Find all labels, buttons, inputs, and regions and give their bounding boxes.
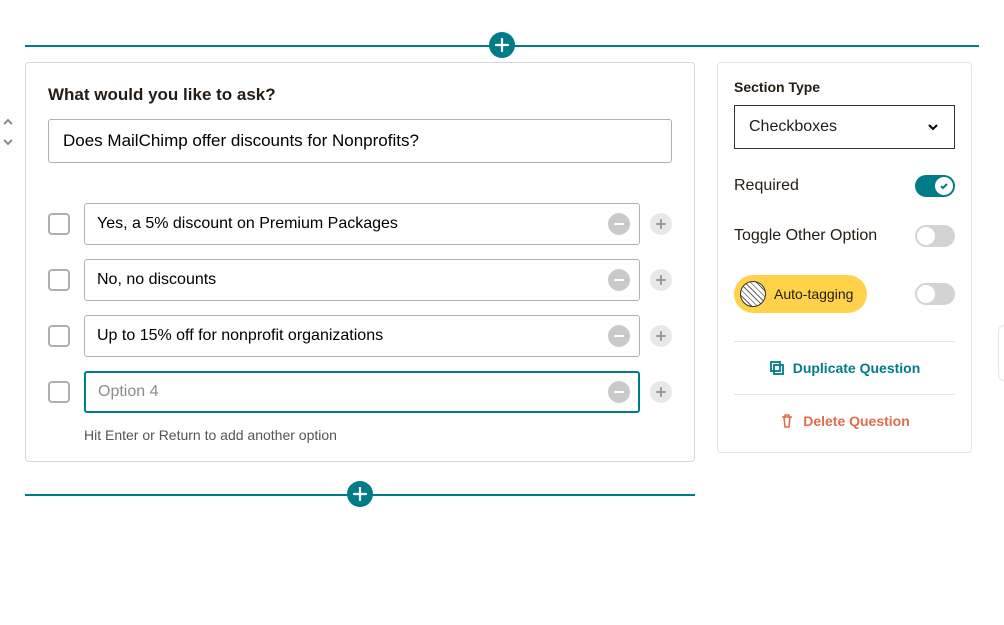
plus-icon <box>656 331 666 341</box>
chevron-down-icon <box>2 136 14 148</box>
question-prompt-label: What would you like to ask? <box>48 85 672 105</box>
plus-icon <box>352 486 368 502</box>
right-edge-handle[interactable] <box>998 325 1004 381</box>
required-toggle[interactable] <box>915 175 955 197</box>
remove-option-button[interactable] <box>608 325 630 347</box>
option-text-input[interactable] <box>84 371 640 413</box>
section-type-select[interactable]: Checkboxes <box>734 105 955 149</box>
add-option-button[interactable] <box>650 269 672 291</box>
duplicate-question-button[interactable]: Duplicate Question <box>734 341 955 394</box>
option-checkbox[interactable] <box>48 325 70 347</box>
minus-icon <box>614 275 624 285</box>
auto-tagging-icon <box>740 281 766 307</box>
section-type-value: Checkboxes <box>749 118 837 136</box>
remove-option-button[interactable] <box>608 213 630 235</box>
option-checkbox[interactable] <box>48 269 70 291</box>
scroll-down-chevron[interactable] <box>2 135 14 153</box>
question-editor-card: What would you like to ask? <box>25 62 695 462</box>
insert-section-divider-top <box>25 45 979 47</box>
add-option-button[interactable] <box>650 213 672 235</box>
add-option-button[interactable] <box>650 381 672 403</box>
auto-tagging-toggle[interactable] <box>915 283 955 305</box>
option-row <box>48 203 672 245</box>
add-option-button[interactable] <box>650 325 672 347</box>
remove-option-button[interactable] <box>608 269 630 291</box>
toggle-other-row: Toggle Other Option <box>734 225 955 247</box>
delete-question-label: Delete Question <box>803 413 910 429</box>
check-icon <box>939 181 949 191</box>
option-text-input[interactable] <box>84 259 640 301</box>
toggle-other-toggle[interactable] <box>915 225 955 247</box>
chevron-down-icon <box>926 120 940 134</box>
toggle-other-label: Toggle Other Option <box>734 227 877 245</box>
minus-icon <box>614 219 624 229</box>
minus-icon <box>614 387 624 397</box>
minus-icon <box>614 331 624 341</box>
option-checkbox[interactable] <box>48 213 70 235</box>
plus-icon <box>656 275 666 285</box>
add-section-below-button[interactable] <box>347 481 373 507</box>
option-text-input[interactable] <box>84 315 640 357</box>
scroll-up-chevron[interactable] <box>2 115 14 133</box>
question-settings-panel: Section Type Checkboxes Required Toggle … <box>717 62 972 453</box>
option-row <box>48 259 672 301</box>
required-row: Required <box>734 175 955 197</box>
plus-icon <box>656 387 666 397</box>
duplicate-question-label: Duplicate Question <box>793 360 921 376</box>
auto-tagging-row: Auto-tagging <box>734 275 955 313</box>
required-label: Required <box>734 177 799 195</box>
auto-tagging-label: Auto-tagging <box>774 286 853 302</box>
question-text-input[interactable] <box>48 119 672 163</box>
auto-tagging-pill: Auto-tagging <box>734 275 867 313</box>
chevron-up-icon <box>2 116 14 128</box>
option-checkbox[interactable] <box>48 381 70 403</box>
plus-icon <box>494 37 510 53</box>
option-text-input[interactable] <box>84 203 640 245</box>
duplicate-icon <box>769 360 785 376</box>
option-row <box>48 371 672 413</box>
option-row <box>48 315 672 357</box>
remove-option-button[interactable] <box>608 381 630 403</box>
insert-section-divider-bottom <box>25 494 695 496</box>
plus-icon <box>656 219 666 229</box>
options-list: Hit Enter or Return to add another optio… <box>48 203 672 443</box>
add-option-hint: Hit Enter or Return to add another optio… <box>84 427 672 443</box>
delete-question-button[interactable]: Delete Question <box>734 394 955 447</box>
section-type-label: Section Type <box>734 79 955 95</box>
trash-icon <box>779 413 795 429</box>
add-section-above-button[interactable] <box>489 32 515 58</box>
